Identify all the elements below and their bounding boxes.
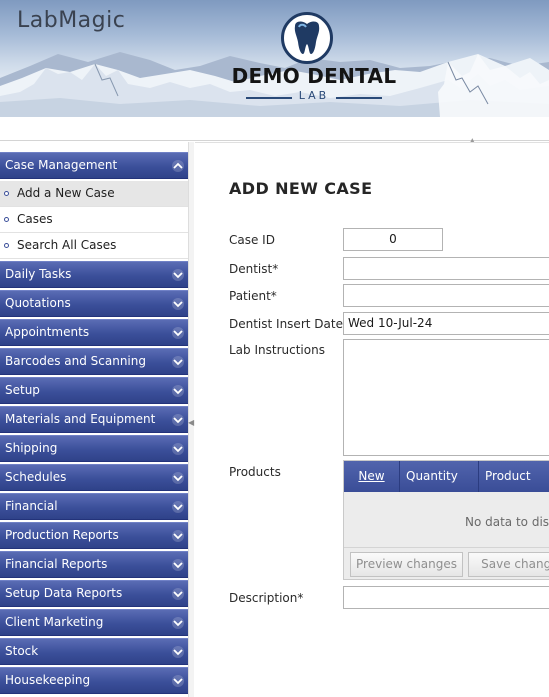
- sidebar-group-quotations[interactable]: Quotations: [0, 290, 188, 317]
- dentist-label: Dentist*: [229, 262, 279, 276]
- grid-empty-message: No data to displ: [465, 515, 549, 529]
- sidebar-nav: Case Management Add a New Case Cases Search…: [0, 152, 188, 697]
- case-id-field[interactable]: 0: [343, 228, 443, 251]
- sidebar-group-materials-and-equipment[interactable]: Materials and Equipment: [0, 406, 188, 433]
- chevron-down-icon[interactable]: [171, 411, 185, 426]
- main-content: ADD NEW CASE Case ID 0 Dentist* Patient*…: [195, 142, 549, 697]
- sidebar-group-stock[interactable]: Stock: [0, 638, 188, 665]
- chevron-down-icon[interactable]: [171, 469, 185, 484]
- sidebar-group-label: Shipping: [5, 441, 58, 455]
- sidebar-group-label: Case Management: [5, 158, 118, 172]
- dentist-field[interactable]: [343, 257, 549, 280]
- sidebar-group-label: Materials and Equipment: [5, 412, 156, 426]
- sidebar-group-label: Production Reports: [5, 528, 119, 542]
- sidebar-group-label: Daily Tasks: [5, 267, 72, 281]
- sidebar-group-setup[interactable]: Setup: [0, 377, 188, 404]
- patient-field[interactable]: [343, 284, 549, 307]
- products-grid-header: New Quantity Product: [344, 461, 549, 492]
- sidebar-group-label: Financial Reports: [5, 557, 108, 571]
- insert-date-field[interactable]: Wed 10-Jul-24: [343, 312, 549, 335]
- splitter-collapse-icon[interactable]: ◀: [188, 418, 194, 427]
- grid-footer: Preview changes Save changes: [344, 547, 549, 579]
- brand-logo: DEMO DENTAL LAB: [228, 12, 400, 104]
- bullet-icon: [4, 217, 9, 222]
- tooth-icon: [281, 12, 333, 64]
- sidebar-item-label: Search All Cases: [17, 238, 117, 252]
- sidebar-item-label: Cases: [17, 212, 53, 226]
- chevron-down-icon[interactable]: [171, 266, 185, 281]
- sidebar-group-schedules[interactable]: Schedules: [0, 464, 188, 491]
- sidebar-item-cases[interactable]: Cases: [0, 207, 188, 233]
- description-field[interactable]: [343, 586, 549, 609]
- sidebar-group-label: Appointments: [5, 325, 90, 339]
- bullet-icon: [4, 191, 9, 196]
- sidebar-group-setup-data-reports[interactable]: Setup Data Reports: [0, 580, 188, 607]
- page-title: ADD NEW CASE: [229, 179, 373, 198]
- sidebar-group-appointments[interactable]: Appointments: [0, 319, 188, 346]
- case-id-label: Case ID: [229, 233, 275, 247]
- insert-date-label: Dentist Insert Date*: [229, 317, 349, 331]
- chevron-down-icon[interactable]: [171, 672, 185, 687]
- sidebar-group-housekeeping[interactable]: Housekeeping: [0, 667, 188, 694]
- bullet-icon: [4, 243, 9, 248]
- chevron-down-icon[interactable]: [171, 585, 185, 600]
- lab-instructions-textarea[interactable]: [343, 339, 549, 456]
- sidebar-group-financial-reports[interactable]: Financial Reports: [0, 551, 188, 578]
- column-header-quantity[interactable]: Quantity: [400, 461, 479, 492]
- preview-changes-button[interactable]: Preview changes: [350, 552, 463, 577]
- chevron-up-icon[interactable]: [171, 157, 185, 172]
- save-changes-button[interactable]: Save changes: [468, 552, 549, 577]
- chevron-down-icon[interactable]: [171, 353, 185, 368]
- brand-subtitle: LAB: [298, 89, 330, 102]
- sidebar-group-barcodes-and-scanning[interactable]: Barcodes and Scanning: [0, 348, 188, 375]
- toolbar-strip: ▲: [0, 117, 549, 144]
- sidebar-group-label: Financial: [5, 499, 58, 513]
- sidebar-group-label: Schedules: [5, 470, 67, 484]
- chevron-down-icon[interactable]: [171, 614, 185, 629]
- new-row-link[interactable]: New: [344, 461, 400, 492]
- chevron-down-icon[interactable]: [171, 295, 185, 310]
- app-title: LabMagic: [17, 8, 126, 33]
- sidebar-group-label: Housekeeping: [5, 673, 91, 687]
- sidebar-group-label: Setup Data Reports: [5, 586, 123, 600]
- sidebar-group-client-marketing[interactable]: Client Marketing: [0, 609, 188, 636]
- chevron-down-icon[interactable]: [171, 498, 185, 513]
- chevron-down-icon[interactable]: [171, 324, 185, 339]
- sidebar-group-label: Quotations: [5, 296, 71, 310]
- brand-title: DEMO DENTAL: [231, 64, 397, 88]
- description-label: Description*: [229, 591, 304, 605]
- sidebar-item-add-a-new-case[interactable]: Add a New Case: [0, 181, 188, 207]
- sidebar-group-production-reports[interactable]: Production Reports: [0, 522, 188, 549]
- header-banner: LabMagic DEMO DENTAL LAB: [0, 0, 549, 117]
- sidebar-group-label: Client Marketing: [5, 615, 104, 629]
- sidebar-group-case-management[interactable]: Case Management: [0, 152, 188, 179]
- products-grid: New Quantity Product No data to displ Pr…: [343, 460, 549, 580]
- sidebar-item-label: Add a New Case: [17, 186, 115, 200]
- sidebar-group-daily-tasks[interactable]: Daily Tasks: [0, 261, 188, 288]
- sidebar-group-shipping[interactable]: Shipping: [0, 435, 188, 462]
- patient-label: Patient*: [229, 289, 277, 303]
- sidebar-item-search-all-cases[interactable]: Search All Cases: [0, 233, 188, 259]
- chevron-down-icon[interactable]: [171, 556, 185, 571]
- chevron-down-icon[interactable]: [171, 643, 185, 658]
- products-label: Products: [229, 465, 281, 479]
- column-header-product[interactable]: Product: [479, 461, 549, 492]
- lab-instructions-label: Lab Instructions: [229, 343, 325, 357]
- chevron-down-icon[interactable]: [171, 440, 185, 455]
- chevron-down-icon[interactable]: [171, 382, 185, 397]
- chevron-down-icon[interactable]: [171, 527, 185, 542]
- sidebar-group-label: Stock: [5, 644, 39, 658]
- sidebar-group-label: Setup: [5, 383, 40, 397]
- sidebar-group-label: Barcodes and Scanning: [5, 354, 146, 368]
- sidebar-group-financial[interactable]: Financial: [0, 493, 188, 520]
